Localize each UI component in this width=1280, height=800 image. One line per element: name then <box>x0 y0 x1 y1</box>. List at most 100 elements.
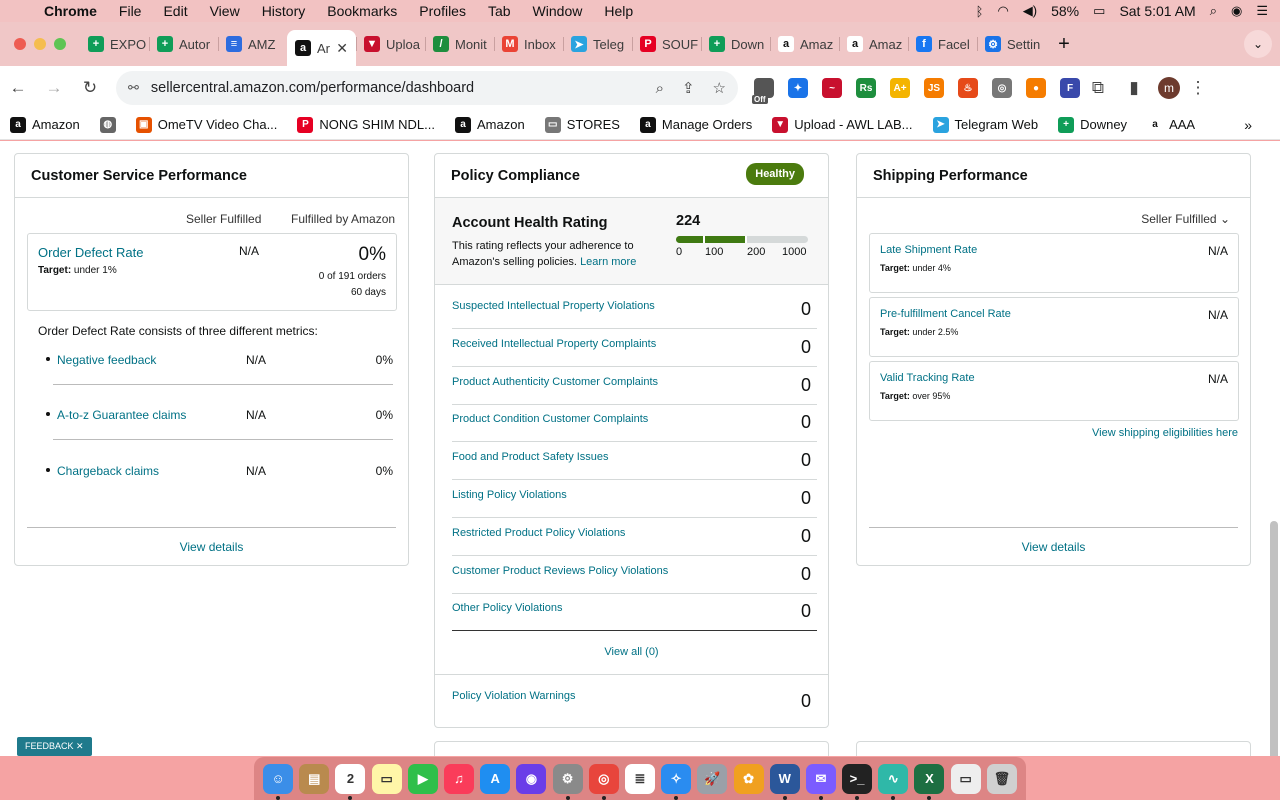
zoom-icon[interactable]: ⌕ <box>656 80 664 97</box>
browser-tab[interactable]: / Monit <box>425 29 494 59</box>
extension-icon[interactable]: JS <box>924 78 944 98</box>
window-zoom-button[interactable] <box>54 38 66 50</box>
reload-icon[interactable]: ↻ <box>72 78 108 98</box>
shipping-metric-link[interactable]: Late Shipment Rate <box>880 244 977 256</box>
window-minimize-button[interactable] <box>34 38 46 50</box>
address-bar[interactable]: ⚯ sellercentral.amazon.com/performance/d… <box>116 71 738 105</box>
policy-violation-link[interactable]: Received Intellectual Property Complaint… <box>452 338 656 350</box>
dock-trash-icon[interactable]: 🗑 <box>986 763 1017 794</box>
extension-icon[interactable]: Off <box>752 78 774 104</box>
browser-tab[interactable]: M Inbox <box>494 29 563 59</box>
dock-chrome-icon[interactable]: ◎ <box>588 763 619 800</box>
dock-siri-icon[interactable]: ◉ <box>516 763 547 794</box>
extension-icon[interactable]: A+ <box>890 78 910 98</box>
site-settings-icon[interactable]: ⚯ <box>128 80 139 96</box>
dock-launchpad-icon[interactable]: 🚀 <box>697 763 728 794</box>
bluetooth-icon[interactable]: ᛒ <box>976 4 984 19</box>
bookmark-item[interactable]: ➤ Telegram Web <box>923 116 1049 133</box>
control-center-icon[interactable]: ☰ <box>1256 3 1268 19</box>
menu-view[interactable]: View <box>199 3 251 19</box>
menu-file[interactable]: File <box>108 3 153 19</box>
bookmark-item[interactable]: a Amazon <box>0 116 90 133</box>
policy-violation-link[interactable]: Customer Product Reviews Policy Violatio… <box>452 565 668 577</box>
browser-tab[interactable]: ▼ Uploa <box>356 29 425 59</box>
back-arrow-icon[interactable]: ← <box>0 78 36 98</box>
forward-arrow-icon[interactable]: → <box>36 78 72 98</box>
order-defect-rate-link[interactable]: Order Defect Rate <box>38 245 144 260</box>
side-panel-icon[interactable]: ▮ <box>1116 78 1152 98</box>
policy-warnings-link[interactable]: Policy Violation Warnings <box>452 690 576 702</box>
bookmark-item[interactable]: a Amazon <box>445 116 535 133</box>
bookmark-item[interactable]: ▣ OmeTV Video Cha... <box>126 116 288 133</box>
browser-tab[interactable]: a Amaz <box>770 29 839 59</box>
bookmark-item[interactable]: ◍ <box>90 116 126 133</box>
browser-tab[interactable]: + EXPO <box>80 29 149 59</box>
browser-tab[interactable]: + Autor <box>149 29 218 59</box>
shipping-metric-link[interactable]: Valid Tracking Rate <box>880 372 975 384</box>
policy-violation-link[interactable]: Other Policy Violations <box>452 602 562 614</box>
menubar-clock[interactable]: Sat 5:01 AM <box>1119 3 1195 19</box>
metric-label-link[interactable]: A-to-z Guarantee claims <box>57 408 186 422</box>
battery-icon[interactable]: ▭ <box>1093 3 1105 19</box>
extension-icon[interactable]: ✦ <box>788 78 808 98</box>
dock-app-store-icon[interactable]: A <box>480 763 511 794</box>
fulfillment-selector[interactable]: Seller Fulfilled ⌄ <box>1141 212 1230 226</box>
shipping-eligibilities-link[interactable]: View shipping eligibilities here <box>1092 427 1238 439</box>
extension-icon[interactable]: ◎ <box>992 78 1012 98</box>
menu-window[interactable]: Window <box>522 3 594 19</box>
new-tab-button[interactable]: + <box>1050 30 1078 58</box>
menu-help[interactable]: Help <box>593 3 644 19</box>
tab-close-icon[interactable]: ✕ <box>336 40 348 57</box>
extension-icon[interactable]: ~ <box>822 78 842 98</box>
dock-word-icon[interactable]: W <box>769 763 800 800</box>
extension-icon[interactable]: ♨ <box>958 78 978 98</box>
address-url[interactable]: sellercentral.amazon.com/performance/das… <box>151 80 638 96</box>
dock-finder-icon[interactable]: ☺ <box>263 763 294 800</box>
dock-facetime-icon[interactable]: ▶ <box>407 763 438 794</box>
extension-icon[interactable]: ● <box>1026 78 1046 98</box>
browser-tab[interactable]: + Down <box>701 29 770 59</box>
policy-violation-link[interactable]: Restricted Product Policy Violations <box>452 527 625 539</box>
extensions-puzzle-icon[interactable]: ⧉ <box>1080 78 1116 98</box>
bookmark-item[interactable]: a AAA <box>1137 116 1205 133</box>
profile-avatar[interactable]: m <box>1158 77 1180 99</box>
bookmark-star-icon[interactable]: ☆ <box>713 79 726 97</box>
bookmark-item[interactable]: ▼ Upload - AWL LAB... <box>762 116 922 133</box>
siri-icon[interactable]: ◉ <box>1231 3 1242 19</box>
bookmarks-overflow-icon[interactable]: » <box>1244 117 1280 133</box>
metric-label-link[interactable]: Chargeback claims <box>57 464 159 478</box>
dock-notes-icon[interactable]: ▭ <box>371 763 402 794</box>
policy-violation-link[interactable]: Product Authenticity Customer Complaints <box>452 376 658 388</box>
dock-music-icon[interactable]: ♫ <box>444 763 475 794</box>
browser-tab[interactable]: ➤ Teleg <box>563 29 632 59</box>
browser-tab[interactable]: P SOUF <box>632 29 701 59</box>
dock-photos-icon[interactable]: ✿ <box>733 763 764 794</box>
dock-reminders-icon[interactable]: ≣ <box>624 763 655 794</box>
feedback-button[interactable]: FEEDBACK ✕ <box>17 737 92 756</box>
wifi-icon[interactable]: ◠ <box>997 3 1008 19</box>
policy-violation-link[interactable]: Suspected Intellectual Property Violatio… <box>452 300 655 312</box>
browser-tab[interactable]: a Ar ✕ <box>287 30 356 66</box>
policy-violation-link[interactable]: Food and Product Safety Issues <box>452 451 609 463</box>
dock-notes-brown-icon[interactable]: ▤ <box>299 763 330 794</box>
sp-view-details-link[interactable]: View details <box>857 540 1250 554</box>
extension-icon[interactable]: Rs <box>856 78 876 98</box>
share-icon[interactable]: ⇪ <box>682 79 695 97</box>
view-all-link[interactable]: View all (0) <box>435 646 828 658</box>
tab-search-chevron-icon[interactable]: ⌄ <box>1244 30 1272 58</box>
menu-app-name[interactable]: Chrome <box>40 3 108 19</box>
browser-tab[interactable]: ⚙ Settin <box>977 29 1046 59</box>
cs-view-details-link[interactable]: View details <box>15 540 408 554</box>
menu-profiles[interactable]: Profiles <box>408 3 477 19</box>
dock-system-settings-icon[interactable]: ⚙ <box>552 763 583 800</box>
dock-terminal-icon[interactable]: >_ <box>842 763 873 800</box>
bookmark-item[interactable]: + Downey <box>1048 116 1137 133</box>
browser-tab[interactable]: f Facel <box>908 29 977 59</box>
window-close-button[interactable] <box>14 38 26 50</box>
menu-tab[interactable]: Tab <box>477 3 522 19</box>
dock-safari-icon[interactable]: ✧ <box>661 763 692 800</box>
dock-activity-monitor-icon[interactable]: ∿ <box>878 763 909 800</box>
extension-icon[interactable]: F <box>1060 78 1080 98</box>
shipping-metric-link[interactable]: Pre-fulfillment Cancel Rate <box>880 308 1011 320</box>
battery-percent[interactable]: 58% <box>1051 3 1079 19</box>
